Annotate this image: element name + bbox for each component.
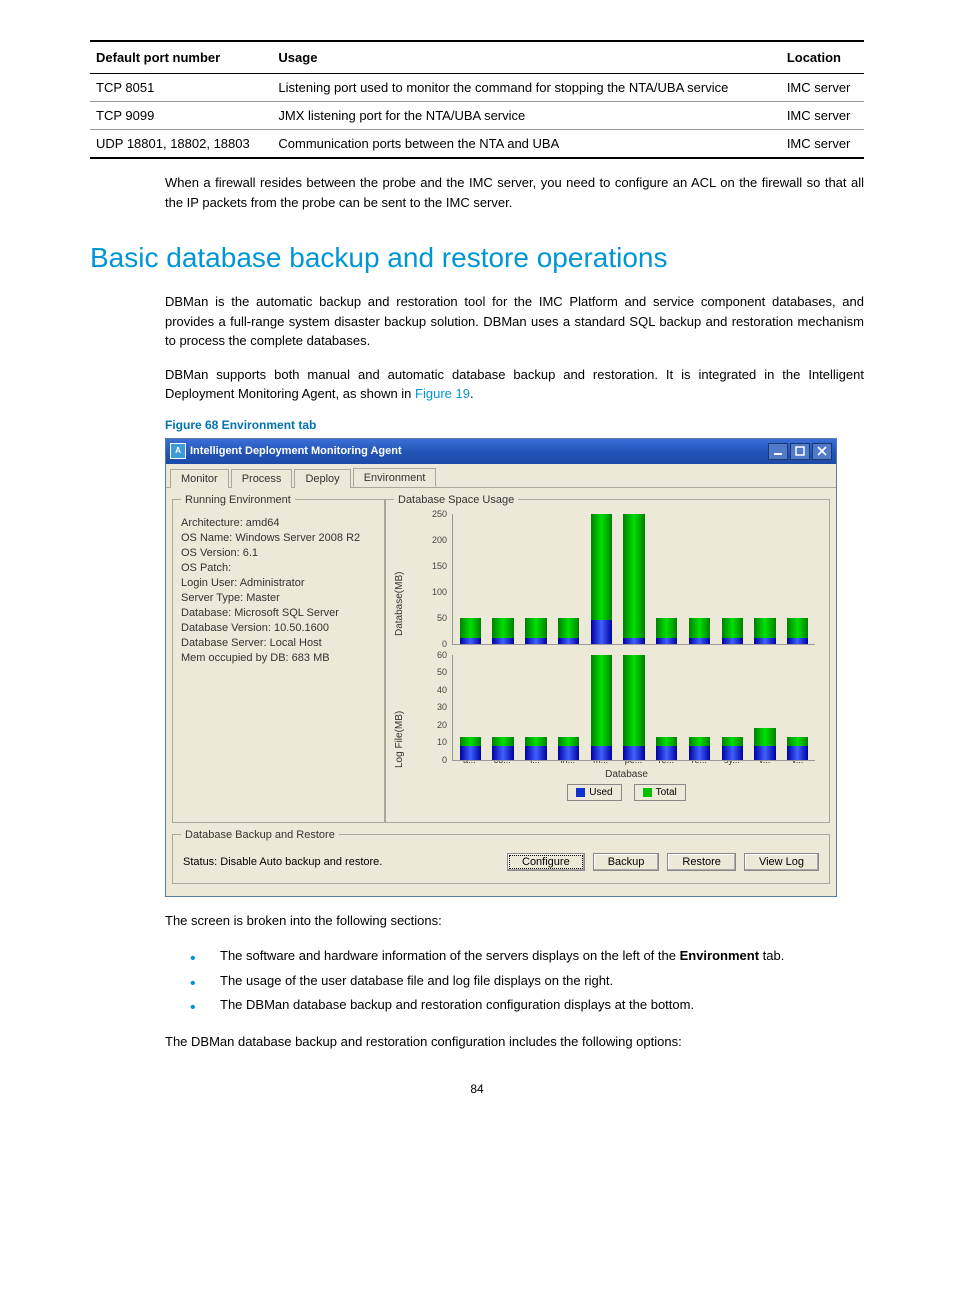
th-usage: Usage <box>272 41 780 74</box>
chart-legend: Used Total <box>432 784 821 801</box>
window-title: Intelligent Deployment Monitoring Agent <box>190 445 402 457</box>
bar-slot <box>653 514 680 644</box>
env-line: Database Version: 10.50.1600 <box>181 622 376 634</box>
bar-slot <box>522 514 549 644</box>
th-port: Default port number <box>90 41 272 74</box>
configure-button[interactable]: Configure <box>507 853 585 871</box>
restore-button[interactable]: Restore <box>667 853 736 871</box>
bar-slot <box>752 655 779 760</box>
env-line: OS Patch: <box>181 562 376 574</box>
bar-slot <box>522 655 549 760</box>
bar-slot <box>686 655 713 760</box>
list-item: The DBMan database backup and restoratio… <box>190 993 864 1018</box>
bar-slot <box>490 655 517 760</box>
bar-slot <box>784 514 811 644</box>
backup-restore-group: Database Backup and Restore Status: Disa… <box>172 829 830 884</box>
env-line: Database Server: Local Host <box>181 637 376 649</box>
dbman-support-paragraph: DBMan supports both manual and automatic… <box>165 365 864 404</box>
bar-slot <box>719 514 746 644</box>
close-icon[interactable] <box>812 443 832 460</box>
env-line: Server Type: Master <box>181 592 376 604</box>
database-usage-group: Database Space Usage Database(MB) Log Fi… <box>385 494 830 823</box>
bar-slot <box>621 655 648 760</box>
bar-slot <box>457 514 484 644</box>
bar-slot <box>621 514 648 644</box>
db-usage-chart: Database(MB) Log File(MB) 05010015020025… <box>394 514 821 814</box>
backup-status: Status: Disable Auto backup and restore. <box>183 856 382 868</box>
bar-slot <box>555 655 582 760</box>
bar-slot <box>588 655 615 760</box>
app-icon: A <box>170 443 186 459</box>
env-line: OS Version: 6.1 <box>181 547 376 559</box>
table-row: TCP 9099JMX listening port for the NTA/U… <box>90 102 864 130</box>
th-loc: Location <box>781 41 864 74</box>
env-line: Login User: Administrator <box>181 577 376 589</box>
bar-slot <box>784 655 811 760</box>
table-row: TCP 8051Listening port used to monitor t… <box>90 74 864 102</box>
env-line: Architecture: amd64 <box>181 517 376 529</box>
backup-button[interactable]: Backup <box>593 853 660 871</box>
y-label-logfile: Log File(MB) <box>394 689 405 789</box>
bar-slot <box>588 514 615 644</box>
sections-bullet-list: The software and hardware information of… <box>190 944 864 1018</box>
tab-environment[interactable]: Environment <box>353 468 437 487</box>
bar-slot <box>719 655 746 760</box>
y-label-database: Database(MB) <box>394 544 405 664</box>
page-number: 84 <box>90 1082 864 1096</box>
bar-slot <box>653 655 680 760</box>
bar-slot <box>490 514 517 644</box>
tab-monitor[interactable]: Monitor <box>170 469 229 488</box>
section-heading: Basic database backup and restore operat… <box>90 242 864 274</box>
bar-slot <box>686 514 713 644</box>
options-intro-paragraph: The DBMan database backup and restoratio… <box>165 1032 864 1052</box>
running-environment-group: Running Environment Architecture: amd64O… <box>172 494 385 823</box>
tab-process[interactable]: Process <box>231 469 293 488</box>
dbman-intro-paragraph: DBMan is the automatic backup and restor… <box>165 292 864 351</box>
tab-deploy[interactable]: Deploy <box>294 469 350 488</box>
list-item: The software and hardware information of… <box>190 944 864 969</box>
table-row: UDP 18801, 18802, 18803Communication por… <box>90 130 864 159</box>
firewall-paragraph: When a firewall resides between the prob… <box>165 173 864 212</box>
env-line: Database: Microsoft SQL Server <box>181 607 376 619</box>
titlebar[interactable]: A Intelligent Deployment Monitoring Agen… <box>166 439 836 464</box>
viewlog-button[interactable]: View Log <box>744 853 819 871</box>
x-axis-title: Database <box>432 769 821 780</box>
list-item: The usage of the user database file and … <box>190 969 864 994</box>
app-window: A Intelligent Deployment Monitoring Agen… <box>165 438 837 897</box>
sections-intro-paragraph: The screen is broken into the following … <box>165 911 864 931</box>
tab-bar: MonitorProcessDeployEnvironment <box>166 464 836 488</box>
env-line: OS Name: Windows Server 2008 R2 <box>181 532 376 544</box>
bar-slot <box>752 514 779 644</box>
bar-slot <box>555 514 582 644</box>
figure-caption: Figure 68 Environment tab <box>165 418 864 432</box>
env-line: Mem occupied by DB: 683 MB <box>181 652 376 664</box>
figure-link[interactable]: Figure 19 <box>415 386 470 401</box>
port-table: Default port number Usage Location TCP 8… <box>90 40 864 159</box>
minimize-icon[interactable] <box>768 443 788 460</box>
bar-slot <box>457 655 484 760</box>
maximize-icon[interactable] <box>790 443 810 460</box>
